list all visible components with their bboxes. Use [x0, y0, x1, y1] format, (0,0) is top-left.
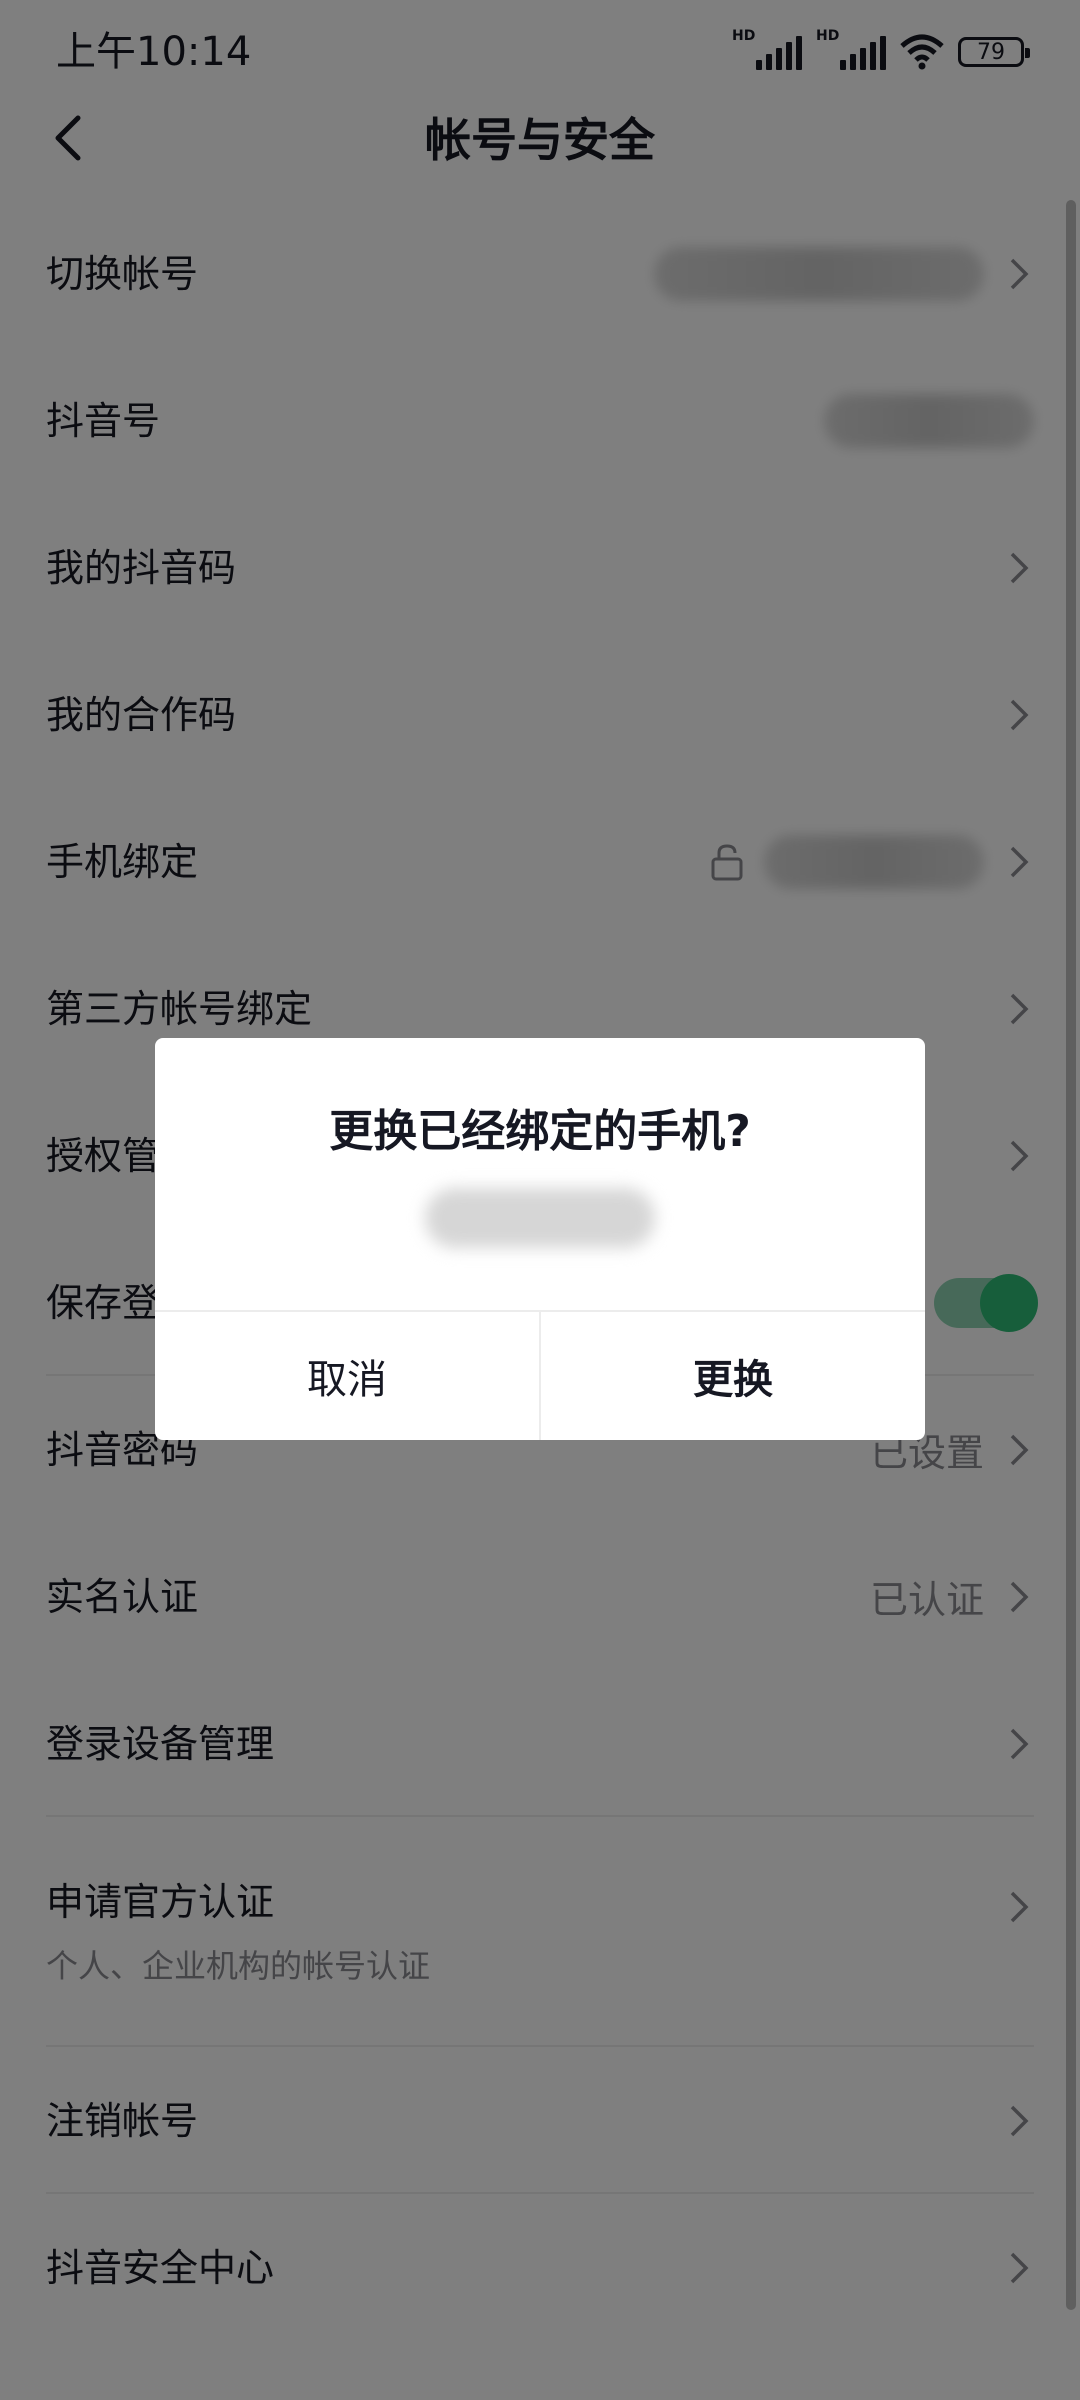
- scrollbar[interactable]: [1066, 200, 1076, 2310]
- cancel-button[interactable]: 取消: [155, 1312, 539, 1440]
- dialog-actions: 取消 更换: [155, 1310, 925, 1440]
- dialog-title: 更换已经绑定的手机?: [329, 1106, 751, 1157]
- change-button[interactable]: 更换: [539, 1312, 925, 1440]
- phone-number-redacted: [425, 1188, 655, 1248]
- change-phone-dialog: 更换已经绑定的手机? 取消 更换: [155, 1038, 925, 1440]
